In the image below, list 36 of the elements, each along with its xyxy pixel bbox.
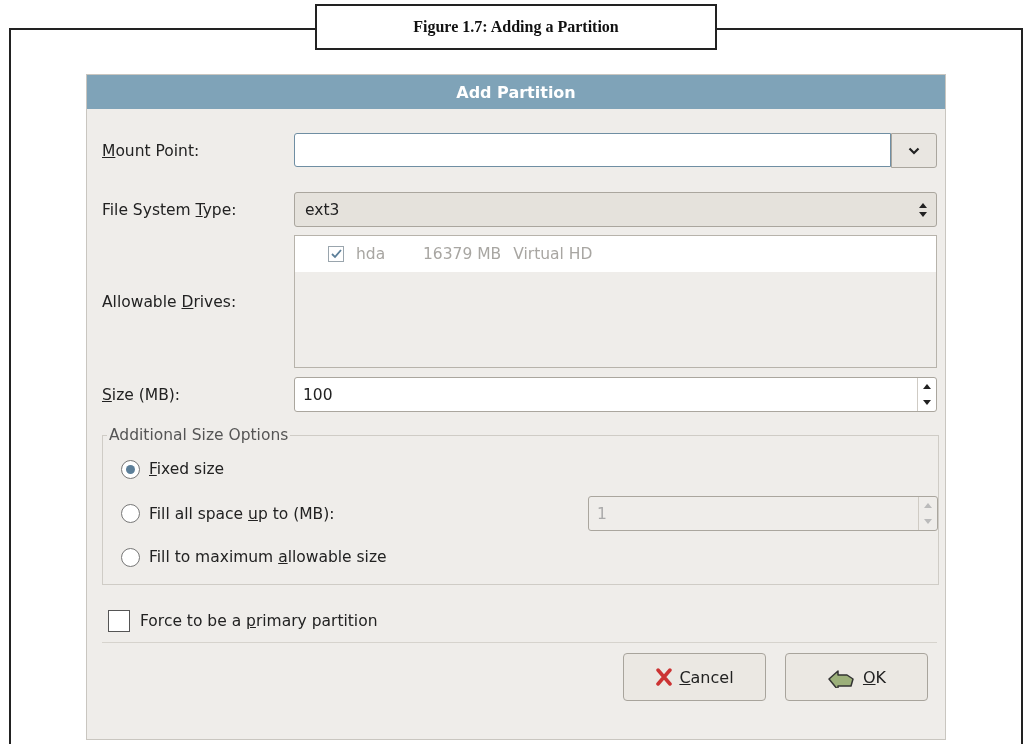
down-arrow-icon bbox=[924, 519, 932, 525]
cancel-button[interactable]: Cancel bbox=[623, 653, 766, 701]
field-label: File System Type: bbox=[102, 200, 238, 219]
ok-button[interactable]: OK bbox=[785, 653, 928, 701]
drive-size: 16379 MB bbox=[423, 245, 502, 263]
down-arrow-icon bbox=[923, 400, 931, 406]
force-primary-option[interactable]: Force to be a primary partition bbox=[108, 610, 937, 632]
checkbox[interactable] bbox=[108, 610, 130, 632]
cross-icon bbox=[655, 668, 674, 686]
radio-button[interactable] bbox=[121, 547, 140, 567]
radio-option[interactable]: Fill to maximum allowable size bbox=[121, 547, 588, 567]
size-spin-field[interactable]: 100 bbox=[294, 377, 937, 412]
field-label: Size (MB): bbox=[102, 385, 182, 404]
check-icon bbox=[330, 249, 342, 259]
checkbox-label: Force to be a primary partition bbox=[140, 612, 378, 630]
up-arrow-icon bbox=[923, 383, 931, 389]
drive-model: Virtual HD bbox=[513, 245, 593, 263]
field-label: Allowable Drives: bbox=[102, 292, 238, 311]
radio-option[interactable]: Fill all space up to (MB): bbox=[121, 504, 588, 523]
radio-button[interactable] bbox=[121, 459, 140, 479]
drive-name: hda bbox=[356, 245, 387, 263]
checkbox[interactable] bbox=[328, 246, 344, 262]
radio-label: Fill to maximum allowable size bbox=[149, 548, 387, 566]
radio-label: Fixed size bbox=[149, 460, 225, 478]
radio-button[interactable] bbox=[121, 504, 140, 523]
chevron-down-icon bbox=[908, 146, 920, 155]
file-system-select[interactable]: ext3 bbox=[294, 192, 937, 227]
radio-option[interactable]: Fixed size bbox=[121, 459, 588, 479]
field-label: Mount Point: bbox=[102, 141, 201, 160]
mount-point-field[interactable] bbox=[294, 133, 891, 167]
group-title: Additional Size Options bbox=[108, 426, 290, 444]
up-down-arrows-icon bbox=[918, 201, 928, 218]
up-arrow-icon bbox=[924, 502, 932, 508]
figure-caption: Figure 1.7: Adding a Partition bbox=[315, 4, 717, 50]
dialog-title: Add Partition bbox=[87, 75, 945, 109]
radio-label: Fill all space up to (MB): bbox=[149, 504, 335, 523]
